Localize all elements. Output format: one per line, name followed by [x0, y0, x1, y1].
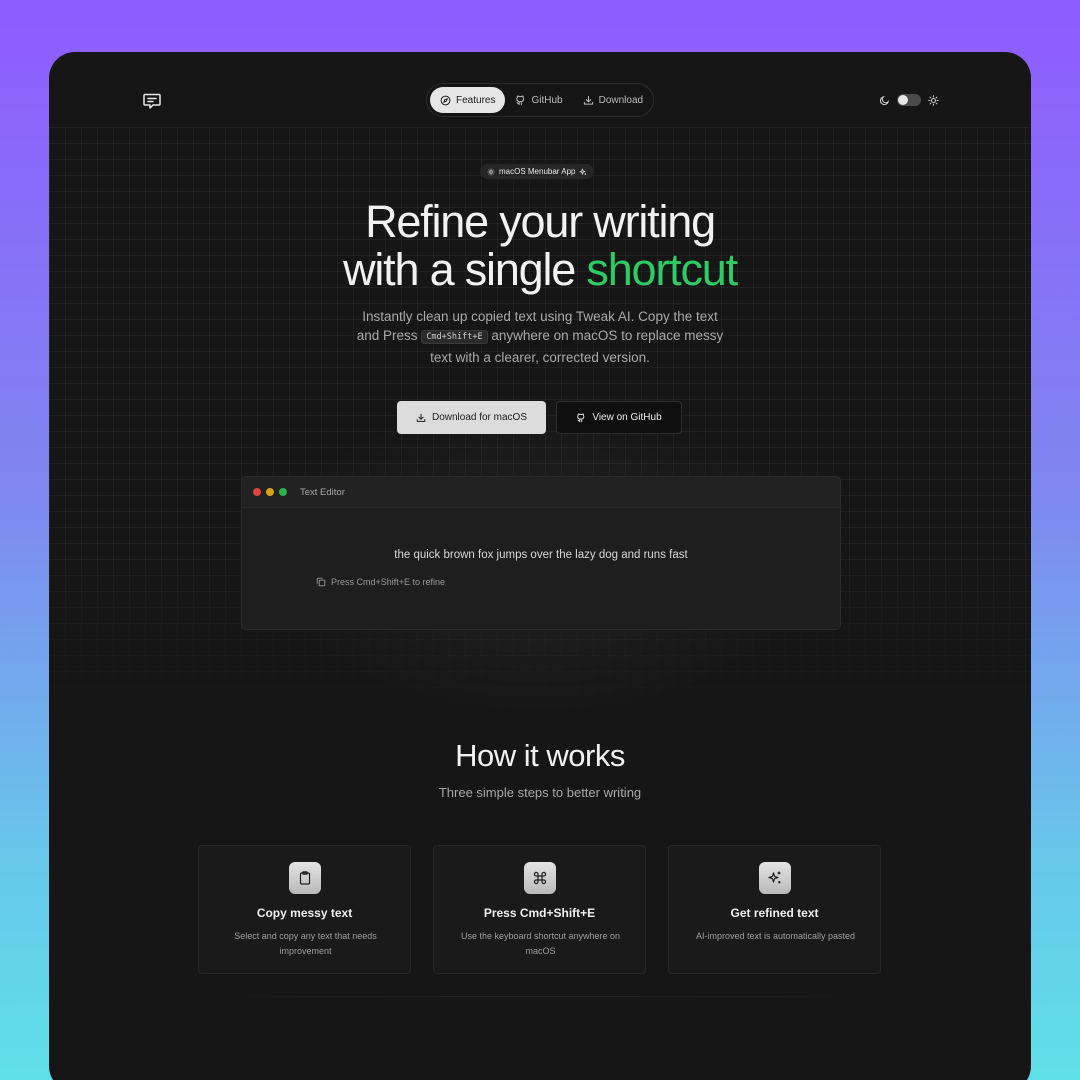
github-icon — [577, 413, 585, 422]
sparkles-icon — [759, 862, 791, 894]
github-button[interactable]: View on GitHub — [556, 401, 682, 434]
step-card: Press Cmd+Shift+E Use the keyboard short… — [433, 845, 646, 974]
hero-title-accent: shortcut — [586, 244, 738, 295]
nav-item-github[interactable]: GitHub — [505, 87, 572, 113]
toggle-knob — [898, 95, 908, 105]
sun-icon — [928, 94, 939, 106]
step-card: Copy messy text Select and copy any text… — [198, 845, 411, 974]
theme-toggle[interactable] — [897, 94, 921, 106]
theme-switcher — [879, 94, 939, 106]
download-button[interactable]: Download for macOS — [397, 401, 546, 434]
step-desc: AI-improved text is automatically pasted — [695, 931, 856, 941]
section-title: How it works — [455, 738, 625, 773]
hero-title-line1: Refine your writing — [365, 196, 716, 247]
github-icon — [516, 95, 525, 105]
nav-item-label: GitHub — [531, 94, 563, 106]
section-subtitle: Three simple steps to better writing — [438, 785, 642, 800]
clipboard-icon — [289, 862, 321, 894]
download-button-label: Download for macOS — [431, 412, 528, 423]
section-divider — [198, 996, 882, 997]
sparkles-icon — [580, 168, 587, 175]
hero-title-line2: with a single shortcut — [49, 246, 1031, 294]
top-nav: Features GitHub Download — [426, 83, 654, 117]
nav-item-label: Features — [456, 94, 496, 106]
badge-label: macOS Menubar App — [499, 167, 576, 176]
moon-icon — [879, 95, 890, 105]
step-card: Get refined text AI-improved text is aut… — [668, 845, 881, 974]
editor-title: Text Editor — [300, 486, 345, 498]
hero-badge: macOS Menubar App — [480, 164, 595, 179]
text-editor-window: Text Editor the quick brown fox jumps ov… — [241, 476, 841, 630]
maximize-dot[interactable] — [279, 488, 287, 496]
hero-subtitle: Instantly clean up copied text using Twe… — [354, 307, 726, 367]
editor-titlebar: Text Editor — [242, 477, 840, 508]
minimize-dot[interactable] — [266, 488, 274, 496]
command-key-icon — [524, 862, 556, 894]
close-dot[interactable] — [253, 488, 261, 496]
nav-item-download[interactable]: Download — [573, 87, 653, 113]
shortcut-kbd: Cmd+Shift+E — [421, 330, 488, 344]
editor-hint-label: Press Cmd+Shift+E to refine — [331, 577, 446, 587]
gear-icon — [487, 168, 495, 175]
editor-hint: Press Cmd+Shift+E to refine — [316, 577, 445, 587]
download-icon — [583, 95, 593, 105]
nav-item-label: Download — [598, 94, 644, 106]
copy-icon — [316, 577, 326, 587]
app-window: Features GitHub Download macOS Menubar A… — [49, 52, 1031, 1080]
step-desc: Select and copy any text that needs impr… — [234, 931, 377, 956]
nav-item-features[interactable]: Features — [430, 87, 506, 113]
step-title: Press Cmd+Shift+E — [483, 906, 596, 920]
compass-icon — [440, 95, 451, 105]
step-title: Copy messy text — [256, 906, 353, 920]
step-desc: Use the keyboard shortcut anywhere on ma… — [460, 931, 621, 956]
chat-logo-icon[interactable] — [142, 91, 162, 111]
step-title: Get refined text — [730, 906, 819, 920]
download-icon — [416, 413, 426, 422]
github-button-label: View on GitHub — [592, 412, 662, 423]
hero-title-prefix: with a single — [343, 244, 587, 295]
editor-content[interactable]: the quick brown fox jumps over the lazy … — [242, 549, 840, 561]
